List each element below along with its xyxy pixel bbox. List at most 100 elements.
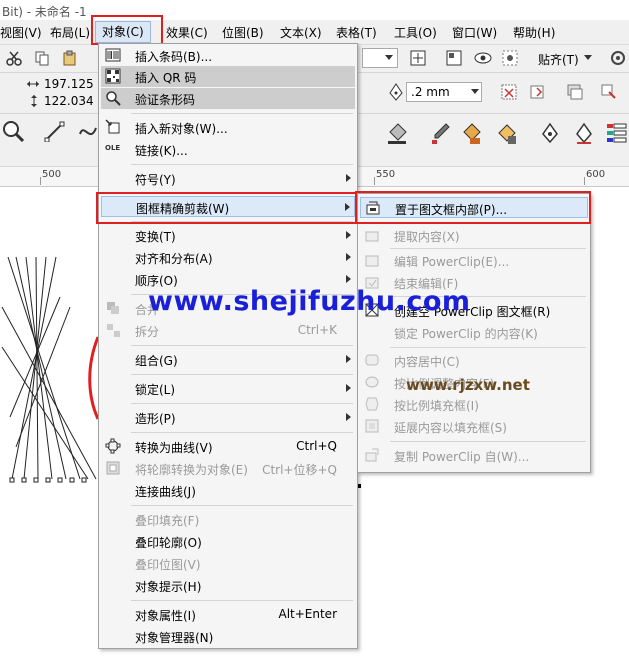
menu-item-validate-barcode[interactable]: 验证条形码 [101,88,355,109]
menu-table[interactable]: 表格(T) [336,24,377,41]
menu-separator [131,164,353,165]
menu-effects[interactable]: 效果(C) [166,24,208,41]
pen-tool-icon[interactable] [540,122,560,144]
menu-window[interactable]: 窗口(W) [452,24,497,41]
menu-item-insert-new-object[interactable]: 插入新对象(W)... [101,117,355,138]
color-palette-icon[interactable] [606,122,628,144]
extract-icon [365,231,379,242]
menu-item-label: 叠印轮廓(O) [135,536,202,550]
menu-item-overprint-bitmap[interactable]: 叠印位图(V) [101,553,355,574]
menu-item-copy-powerclip-from[interactable]: 复制 PowerClip 自(W)... [360,445,588,466]
zoom-tool-icon[interactable] [2,120,24,142]
menu-item-transform[interactable]: 变换(T) [101,225,355,246]
ruler-label-500: 500 [42,169,62,180]
eyedropper-icon[interactable] [430,122,450,144]
menu-item-symbol[interactable]: 符号(Y) [101,168,355,189]
menu-item-label: 符号(Y) [135,173,176,187]
menu-item-overprint-outline[interactable]: 叠印轮廓(O) [101,531,355,552]
menu-item-label: 变换(T) [135,230,176,244]
menu-separator [390,441,586,442]
convert-curves-icon [105,438,121,454]
to-back-icon[interactable] [600,83,618,101]
to-front-icon[interactable] [566,83,584,101]
menu-item-label: 编辑 PowerClip(E)... [394,255,510,269]
highlight-box-powerclip-item [96,192,358,224]
copy-icon[interactable] [34,50,50,66]
menu-text[interactable]: 文本(X) [280,24,322,41]
menu-item-link[interactable]: OLE 链接(K)... [101,139,355,160]
barcode-icon [105,48,121,62]
object-menu: 插入条码(B)... 插入 QR 码 验证条形码 插入新对象(W)... OLE… [98,43,358,649]
menu-item-lock[interactable]: 锁定(L) [101,378,355,399]
menu-item-object-hints[interactable]: 对象提示(H) [101,575,355,596]
curve-tool-icon[interactable] [78,120,98,142]
menu-item-group[interactable]: 组合(G) [101,349,355,370]
menu-item-fill-frame-proportionally[interactable]: 按比例填充框(I) [360,394,588,415]
menu-item-insert-barcode[interactable]: 插入条码(B)... [101,45,355,66]
options-gear-icon[interactable] [609,49,627,67]
menu-item-align-distribute[interactable]: 对齐和分布(A) [101,247,355,268]
menu-item-label: 复制 PowerClip 自(W)... [394,450,530,464]
crop-icon[interactable] [528,83,546,101]
menu-item-break-apart[interactable]: 拆分 Ctrl+K [101,320,355,341]
fill-bucket-icon[interactable] [386,122,408,144]
highlight-box-place-inside [355,191,591,224]
smart-fill-icon[interactable] [460,122,482,144]
menu-item-stretch-contents[interactable]: 延展内容以填充框(S) [360,416,588,437]
view-mode-icon[interactable] [502,50,518,66]
menu-item-label: 锁定 PowerClip 的内容(K) [394,327,538,341]
ruler-tick [374,177,375,185]
pen-outline-icon[interactable] [574,122,594,144]
menu-item-label: 将轮廓转换为对象(E) [135,463,248,477]
submenu-arrow-icon [346,231,351,239]
menu-item-edit-powerclip[interactable]: 编辑 PowerClip(E)... [360,250,588,271]
menu-item-shaping[interactable]: 造形(P) [101,407,355,428]
interactive-fill-icon[interactable] [496,122,518,144]
menu-item-insert-qr-code[interactable]: 插入 QR 码 [101,66,355,87]
menu-separator [131,345,353,346]
paste-icon[interactable] [62,50,78,66]
full-screen-icon[interactable] [410,50,426,66]
wrap-text-icon[interactable] [500,83,518,101]
width-icon [27,81,39,87]
menu-separator [131,403,353,404]
outline-width-value: .2 mm [411,85,450,99]
snap-to-label[interactable]: 贴齐(T) [538,51,579,68]
menu-layout[interactable]: 布局(L) [50,24,90,41]
edit-powerclip-icon [365,255,379,267]
window-title: Bit) - 未命名 -1 [2,5,87,19]
menu-separator [131,505,353,506]
menu-item-center-contents[interactable]: 内容居中(C) [360,350,588,371]
menu-item-object-properties[interactable]: 对象属性(I) Alt+Enter [101,604,355,625]
menu-separator [131,432,353,433]
qr-code-icon [105,68,121,84]
menu-item-outline-to-object[interactable]: 将轮廓转换为对象(E) Ctrl+位移+Q [101,458,355,479]
stretch-contents-icon [365,419,379,433]
menu-item-label: 对齐和分布(A) [135,252,213,266]
menu-item-label: 对象管理器(N) [135,631,214,645]
menu-item-label: 叠印位图(V) [135,558,201,572]
menu-item-object-manager[interactable]: 对象管理器(N) [101,626,355,647]
menu-help[interactable]: 帮助(H) [513,24,555,41]
menu-item-lock-powerclip-contents[interactable]: 锁定 PowerClip 的内容(K) [360,322,588,343]
menu-separator [131,113,353,114]
grid-icon[interactable] [446,50,462,66]
menu-view[interactable]: 视图(V) [0,24,42,41]
menu-item-join-curves[interactable]: 连接曲线(J) [101,480,355,501]
freehand-tool-icon[interactable] [44,120,66,142]
menu-separator [390,347,586,348]
menu-bitmap[interactable]: 位图(B) [222,24,264,41]
menu-item-shortcut: Ctrl+K [297,323,337,337]
outline-chevron-icon[interactable] [471,89,479,95]
eye-icon[interactable] [474,50,492,66]
scissors-icon[interactable] [6,50,22,66]
snap-chevron-icon[interactable] [584,55,592,61]
menu-item-extract-contents[interactable]: 提取内容(X) [360,225,588,246]
menu-item-label: 转换为曲线(V) [135,441,213,455]
menu-separator [131,374,353,375]
menu-item-label: 插入新对象(W)... [135,122,228,136]
menu-item-overprint-fill[interactable]: 叠印填充(F) [101,509,355,530]
menu-tools[interactable]: 工具(O) [394,24,437,41]
menu-item-convert-to-curves[interactable]: 转换为曲线(V) Ctrl+Q [101,436,355,457]
menu-item-label: 插入 QR 码 [135,71,197,85]
